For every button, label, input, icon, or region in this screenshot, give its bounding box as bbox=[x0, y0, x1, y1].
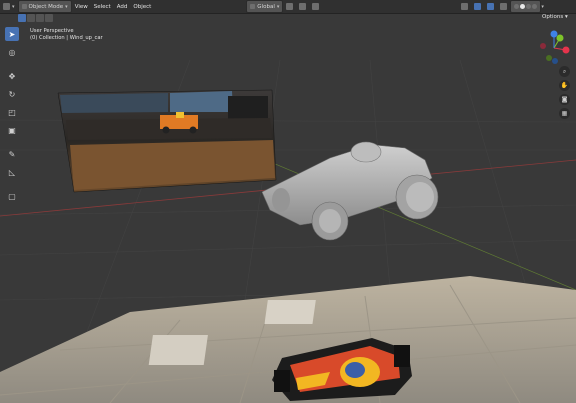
camera-view-button[interactable]: ◙ bbox=[559, 94, 570, 105]
move-icon: ✥ bbox=[8, 71, 16, 81]
magnifier-icon: ⌕ bbox=[562, 67, 567, 75]
object-mode-icon bbox=[21, 4, 27, 9]
eye-icon bbox=[461, 3, 469, 10]
gizmo-axis-z bbox=[550, 30, 558, 38]
reference-image-plane bbox=[57, 89, 277, 193]
overlays-button[interactable] bbox=[484, 1, 497, 12]
navigation-gizmo[interactable] bbox=[536, 30, 572, 66]
rotate-icon: ↻ bbox=[8, 89, 16, 99]
transform-icon: ▣ bbox=[8, 125, 16, 135]
cursor-tool[interactable]: ◎ bbox=[5, 45, 19, 59]
projection-toggle-button[interactable]: ▦ bbox=[559, 108, 570, 119]
viewport-info: User Perspective (0) Collection | Wind_u… bbox=[30, 28, 103, 42]
scale-tool[interactable]: ◰ bbox=[5, 105, 19, 119]
magnet-icon bbox=[299, 3, 307, 10]
3d-viewport-icon bbox=[3, 3, 10, 10]
chevron-down-icon: ▾ bbox=[65, 3, 68, 10]
pivot-point-button[interactable] bbox=[283, 1, 296, 12]
pencil-icon: ✎ bbox=[8, 149, 16, 159]
orientation-label: Global bbox=[257, 3, 275, 10]
shading-modes[interactable] bbox=[510, 0, 542, 13]
annotate-tool[interactable]: ✎ bbox=[5, 147, 19, 161]
pivot-icon bbox=[286, 3, 294, 10]
snap-button[interactable] bbox=[296, 1, 309, 12]
mode-label: Object Mode bbox=[28, 3, 64, 10]
grid-icon: ▦ bbox=[561, 110, 568, 117]
gizmo-axis-y bbox=[556, 34, 564, 42]
collection-path: (0) Collection | Wind_up_car bbox=[30, 35, 103, 41]
solid-shading-icon[interactable] bbox=[520, 4, 526, 9]
view-name: User Perspective bbox=[30, 28, 74, 34]
xray-icon bbox=[500, 3, 508, 10]
transform-orientation-dropdown[interactable]: Global ▾ bbox=[246, 0, 284, 13]
gizmo-axis-x bbox=[562, 46, 570, 54]
select-new-icon[interactable] bbox=[18, 14, 26, 22]
options-label: Options bbox=[542, 14, 564, 20]
move-tool[interactable]: ✥ bbox=[5, 69, 19, 83]
viewport-3d[interactable] bbox=[0, 0, 576, 403]
cursor-arrow-icon: ➤ bbox=[8, 29, 16, 39]
zoom-button[interactable]: ⌕ bbox=[559, 66, 570, 77]
transform-tool[interactable]: ▣ bbox=[5, 123, 19, 137]
scale-icon: ◰ bbox=[8, 107, 16, 117]
visibility-button[interactable] bbox=[458, 1, 471, 12]
measure-tool[interactable]: ◺ bbox=[5, 165, 19, 179]
ruler-icon: ◺ bbox=[8, 167, 16, 177]
select-extend-icon[interactable] bbox=[27, 14, 35, 22]
camera-icon: ◙ bbox=[561, 96, 568, 103]
wind-up-car-model bbox=[261, 141, 439, 241]
menu-object[interactable]: Object bbox=[130, 4, 154, 10]
pan-button[interactable]: ✋ bbox=[559, 80, 570, 91]
viewport-nav-buttons: ⌕ ✋ ◙ ▦ bbox=[559, 66, 570, 119]
selection-mode-group bbox=[18, 14, 53, 22]
gizmo-icon bbox=[474, 3, 482, 10]
chevron-down-icon: ▾ bbox=[276, 3, 280, 10]
mode-dropdown[interactable]: Object Mode ▾ bbox=[17, 0, 72, 13]
chevron-down-icon: ▾ bbox=[12, 3, 15, 10]
overlays-icon bbox=[487, 3, 495, 10]
menu-select[interactable]: Select bbox=[91, 4, 114, 10]
menu-view[interactable]: View bbox=[72, 4, 91, 10]
hand-icon: ✋ bbox=[560, 82, 569, 89]
chevron-down-icon[interactable]: ▾ bbox=[541, 4, 544, 10]
material-shading-icon[interactable] bbox=[526, 4, 532, 9]
cube-icon: ▢ bbox=[8, 191, 16, 201]
add-cube-tool[interactable]: ▢ bbox=[5, 189, 19, 203]
orientation-icon bbox=[250, 4, 256, 9]
proportional-icon bbox=[312, 3, 320, 10]
xray-button[interactable] bbox=[497, 1, 510, 12]
select-box-tool[interactable]: ➤ bbox=[5, 27, 19, 41]
select-subtract-icon[interactable] bbox=[36, 14, 44, 22]
gizmo-toggle-button[interactable] bbox=[471, 1, 484, 12]
blender-window: ▾ Object Mode ▾ View Select Add Object G… bbox=[0, 0, 576, 403]
tool-shelf: ➤ ◎ ✥ ↻ ◰ ▣ ✎ ◺ ▢ bbox=[3, 27, 21, 203]
rendered-shading-icon[interactable] bbox=[532, 4, 538, 9]
menu-add[interactable]: Add bbox=[114, 4, 131, 10]
rotate-tool[interactable]: ↻ bbox=[5, 87, 19, 101]
wireframe-shading-icon[interactable] bbox=[514, 4, 520, 9]
editor-type-button[interactable]: ▾ bbox=[0, 1, 18, 12]
chevron-down-icon: ▾ bbox=[564, 14, 568, 20]
proportional-edit-button[interactable] bbox=[309, 1, 322, 12]
options-dropdown[interactable]: Options ▾ bbox=[542, 14, 568, 20]
select-invert-icon[interactable] bbox=[45, 14, 53, 22]
3d-cursor-icon: ◎ bbox=[8, 47, 16, 57]
viewport-header: ▾ Object Mode ▾ View Select Add Object G… bbox=[0, 0, 576, 14]
